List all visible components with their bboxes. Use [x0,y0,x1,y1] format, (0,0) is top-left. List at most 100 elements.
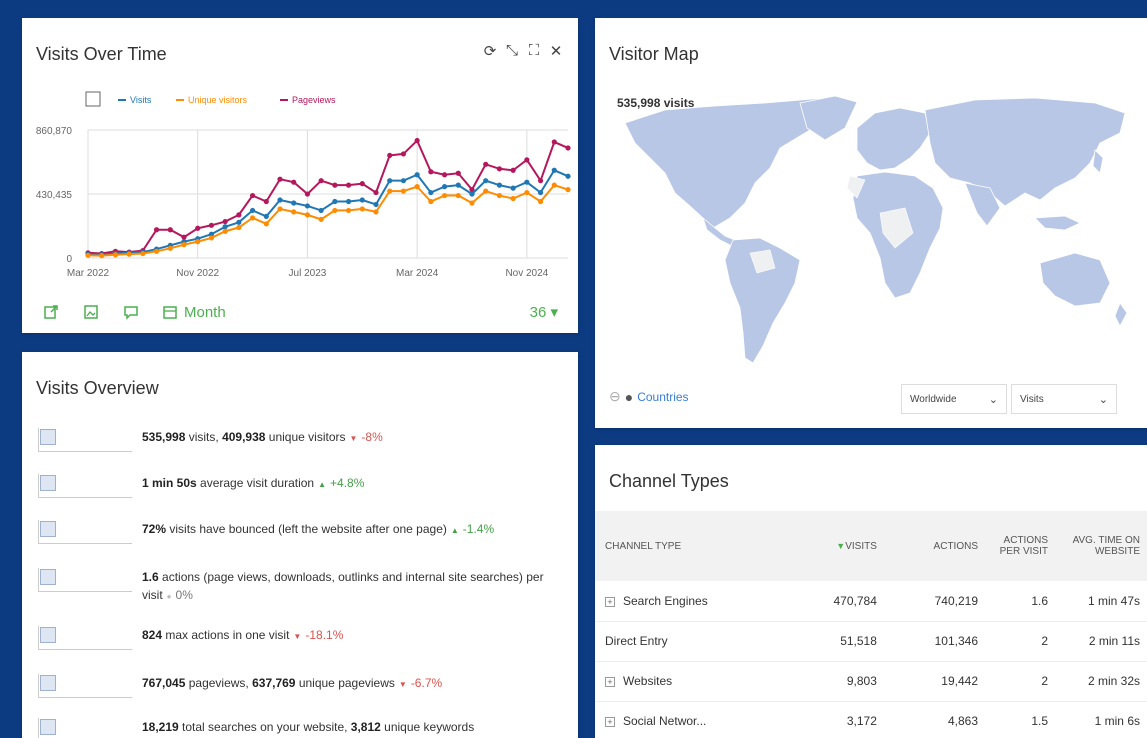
australia-region [1039,252,1111,307]
data-point [291,209,297,215]
chevron-down-icon: ⌄ [988,393,998,406]
channel-name: Direct Entry [605,634,668,648]
overview-row: 1 min 50s average visit duration ▲ +4.8% [38,474,558,498]
data-point [277,206,283,212]
data-point [510,195,516,202]
metric-text: total searches on your website, [178,720,351,734]
column-header-visits[interactable]: ▼VISITS [787,511,886,581]
data-point [140,250,146,257]
metric-select[interactable]: Visits ⌄ [1011,384,1117,414]
data-point [373,209,379,215]
data-point [455,192,461,199]
data-point [565,145,571,151]
data-point [112,252,119,258]
data-point [236,224,242,231]
data-point [483,161,489,167]
metric-text: unique visitors [265,430,346,444]
region-select-value: Worldwide [910,393,957,405]
data-point [483,188,489,194]
data-point [291,179,297,185]
data-point [400,178,407,184]
annotation-icon[interactable] [122,303,140,321]
sparkline-image[interactable] [38,428,132,452]
table-row[interactable]: + Social Networ... 3,172 4,863 1.5 1 min 6s [595,701,1147,738]
zoom-out-icon[interactable]: ⊖ [609,388,621,405]
countries-link[interactable]: Countries [637,390,688,404]
overview-row: 824 max actions in one visit ▼ -18.1% [38,626,558,650]
sparkline-image[interactable] [38,568,132,592]
chevron-down-icon: ⌄ [1098,393,1108,406]
column-header-actions[interactable]: ACTIONS [887,511,988,581]
data-point [359,206,365,212]
expand-icon[interactable]: + [605,596,615,607]
trend-down-icon: ▼ [398,680,407,689]
overview-text: 535,998 visits, 409,938 unique visitors ▼… [142,428,383,448]
column-header-channel-type[interactable]: CHANNEL TYPE [595,511,787,581]
period-selector[interactable]: Month [162,304,226,321]
data-point [496,192,503,199]
minimize-icon[interactable]: ⤡ [504,42,520,60]
image-icon[interactable] [82,303,100,321]
data-point [510,185,516,191]
expand-icon[interactable]: + [605,716,615,727]
metric-value: 409,938 [222,430,266,444]
column-header-actions-per-visit[interactable]: ACTIONS PER VISIT [988,511,1058,581]
sparkline-image[interactable] [38,718,132,738]
visits-line-chart: 860,870 430,435 0 Mar 2022 Nov 2022 Jul 2023 M… [36,91,571,279]
sparkline-image[interactable] [38,520,132,544]
data-point [263,198,269,205]
overview-text: 1 min 50s average visit duration ▲ +4.8% [142,474,364,494]
channel-name-cell: Direct Entry [595,621,788,662]
sparkline-image[interactable] [38,626,132,650]
data-point [428,198,434,205]
y-tick-label: 0 [66,254,72,265]
data-point [222,218,228,225]
data-point [469,191,475,197]
channel-name: Search Engines [623,593,708,608]
data-point [441,192,448,199]
table-row[interactable]: Direct Entry 51,518 101,346 2 2 min 11s [595,621,1147,662]
metric-value: 3,812 [350,720,381,734]
table-header-row: CHANNEL TYPE ▼VISITS ACTIONS ACTIONS PER… [595,511,1147,581]
expand-icon[interactable]: + [605,676,615,687]
widget-actions: ⟳ ⤡ ⛶ ✕ [482,42,564,60]
sparkline-image[interactable] [38,474,132,498]
overview-text: 72% visits have bounced (left the websit… [142,520,494,540]
limit-selector[interactable]: 36 ▾ [530,303,558,321]
data-point [236,212,242,218]
metric-value: 18,219 [142,720,179,734]
metric-value: 767,045 [142,676,186,690]
data-point [263,221,269,227]
data-point [455,182,461,188]
data-point [524,157,530,163]
series-picker-icon[interactable] [85,91,101,107]
actions-cell: 4,863 [886,701,988,738]
region-select[interactable]: Worldwide ⌄ [901,384,1007,414]
evolution-value: -18.1% [305,628,344,642]
data-point [345,198,352,205]
globe-icon: ● [624,388,634,405]
widget-title: Channel Types [609,471,729,491]
export-icon[interactable] [42,303,60,321]
table-row[interactable]: + Search Engines 470,784 740,219 1.6 1 min 47… [595,581,1147,622]
data-point [277,176,283,182]
sparkline-image[interactable] [38,674,132,698]
data-point [318,216,324,222]
channel-types-widget: Channel Types CHANNEL TYPE ▼VISITS ACTIO… [595,445,1147,738]
visits-cell: 9,803 [787,661,887,702]
world-map[interactable] [595,88,1147,378]
data-point [249,215,256,221]
close-icon[interactable]: ✕ [548,42,564,60]
maximize-icon[interactable]: ⛶ [526,42,542,60]
overview-row: 767,045 pageviews, 637,769 unique pagevi… [38,674,558,698]
data-point [551,182,557,188]
data-point [318,178,324,184]
europe-region [856,107,931,171]
data-point [414,172,420,178]
map-controls: ⊖ ● Countries [609,388,689,405]
refresh-icon[interactable]: ⟳ [482,42,498,60]
greenland-region [799,95,858,141]
avg-time-cell: 1 min 47s [1058,581,1147,622]
column-header-avg-time[interactable]: AVG. TIME ON WEBSITE [1058,511,1147,581]
table-row[interactable]: + Websites 9,803 19,442 2 2 min 32s [595,661,1147,702]
